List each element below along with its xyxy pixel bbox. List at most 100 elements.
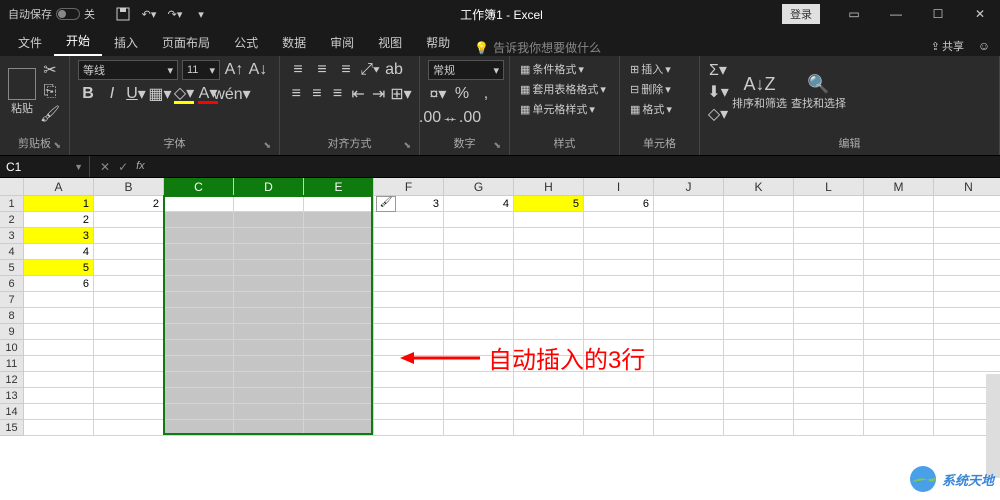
cell-B7[interactable] [94, 292, 164, 308]
cell-F9[interactable] [374, 324, 444, 340]
cell-M10[interactable] [864, 340, 934, 356]
paste-button[interactable]: 粘贴 [8, 68, 36, 116]
enter-formula-button[interactable]: ✓ [118, 160, 128, 174]
cell-A10[interactable] [24, 340, 94, 356]
cell-L3[interactable] [794, 228, 864, 244]
cell-D6[interactable] [234, 276, 304, 292]
name-box[interactable]: C1▼ [0, 156, 90, 177]
cell-M15[interactable] [864, 420, 934, 436]
cell-C14[interactable] [164, 404, 234, 420]
cell-A4[interactable]: 4 [24, 244, 94, 260]
cell-I8[interactable] [584, 308, 654, 324]
cell-I1[interactable]: 6 [584, 196, 654, 212]
cell-D2[interactable] [234, 212, 304, 228]
row-header-14[interactable]: 14 [0, 404, 24, 420]
cell-F2[interactable] [374, 212, 444, 228]
cell-F3[interactable] [374, 228, 444, 244]
cell-B6[interactable] [94, 276, 164, 292]
cell-H6[interactable] [514, 276, 584, 292]
cell-J4[interactable] [654, 244, 724, 260]
cell-M1[interactable] [864, 196, 934, 212]
cell-D14[interactable] [234, 404, 304, 420]
find-select-button[interactable]: 🔍 查找和选择 [791, 74, 846, 111]
align-top-button[interactable]: ≡ [288, 60, 308, 80]
cell-L11[interactable] [794, 356, 864, 372]
share-button[interactable]: ⇪ 共享 [929, 37, 966, 55]
cell-M14[interactable] [864, 404, 934, 420]
cell-A3[interactable]: 3 [24, 228, 94, 244]
cell-N1[interactable] [934, 196, 1000, 212]
column-header-J[interactable]: J [654, 178, 724, 196]
row-header-8[interactable]: 8 [0, 308, 24, 324]
autosum-button[interactable]: Σ▾ [708, 60, 728, 80]
cell-C3[interactable] [164, 228, 234, 244]
dialog-launcher-icon[interactable]: ⬊ [493, 140, 501, 151]
increase-indent-button[interactable]: ⇥ [370, 84, 387, 104]
cell-H2[interactable] [514, 212, 584, 228]
align-center-button[interactable]: ≡ [309, 84, 326, 104]
vertical-scrollbar[interactable] [986, 374, 1000, 478]
column-header-G[interactable]: G [444, 178, 514, 196]
cell-J6[interactable] [654, 276, 724, 292]
cell-L9[interactable] [794, 324, 864, 340]
cell-M5[interactable] [864, 260, 934, 276]
cell-K1[interactable] [724, 196, 794, 212]
cell-J1[interactable] [654, 196, 724, 212]
tab-view[interactable]: 视图 [366, 29, 414, 56]
cell-G14[interactable] [444, 404, 514, 420]
cell-K15[interactable] [724, 420, 794, 436]
cell-C12[interactable] [164, 372, 234, 388]
align-left-button[interactable]: ≡ [288, 84, 305, 104]
format-cells-button[interactable]: ▦ 格式 ▾ [628, 100, 691, 118]
cell-D11[interactable] [234, 356, 304, 372]
cell-D3[interactable] [234, 228, 304, 244]
dialog-launcher-icon[interactable]: ⬊ [53, 140, 61, 151]
column-header-K[interactable]: K [724, 178, 794, 196]
phonetic-button[interactable]: wén▾ [222, 84, 242, 104]
cell-B13[interactable] [94, 388, 164, 404]
cell-F6[interactable] [374, 276, 444, 292]
bold-button[interactable]: B [78, 84, 98, 104]
cell-M4[interactable] [864, 244, 934, 260]
cell-K3[interactable] [724, 228, 794, 244]
cell-F8[interactable] [374, 308, 444, 324]
row-header-4[interactable]: 4 [0, 244, 24, 260]
row-header-6[interactable]: 6 [0, 276, 24, 292]
cell-E6[interactable] [304, 276, 374, 292]
cell-K14[interactable] [724, 404, 794, 420]
cell-E13[interactable] [304, 388, 374, 404]
cell-K4[interactable] [724, 244, 794, 260]
cell-B10[interactable] [94, 340, 164, 356]
cell-C11[interactable] [164, 356, 234, 372]
cell-J14[interactable] [654, 404, 724, 420]
cell-G1[interactable]: 4 [444, 196, 514, 212]
ribbon-options-button[interactable]: ▭ [834, 0, 874, 28]
cell-K5[interactable] [724, 260, 794, 276]
cell-styles-button[interactable]: ▦ 单元格样式▾ [518, 100, 611, 118]
cell-K11[interactable] [724, 356, 794, 372]
column-header-M[interactable]: M [864, 178, 934, 196]
cell-M11[interactable] [864, 356, 934, 372]
cell-E7[interactable] [304, 292, 374, 308]
row-header-11[interactable]: 11 [0, 356, 24, 372]
align-bottom-button[interactable]: ≡ [336, 60, 356, 80]
cell-I6[interactable] [584, 276, 654, 292]
cell-D5[interactable] [234, 260, 304, 276]
cell-E8[interactable] [304, 308, 374, 324]
cell-J8[interactable] [654, 308, 724, 324]
cell-D15[interactable] [234, 420, 304, 436]
percent-button[interactable]: % [452, 84, 472, 104]
cell-E3[interactable] [304, 228, 374, 244]
cut-button[interactable]: ✂ [40, 60, 60, 80]
row-header-10[interactable]: 10 [0, 340, 24, 356]
cell-A14[interactable] [24, 404, 94, 420]
format-table-button[interactable]: ▦ 套用表格格式▾ [518, 80, 611, 98]
tell-me-search[interactable]: 💡 告诉我你想要做什么 [474, 39, 601, 56]
close-button[interactable]: ✕ [960, 0, 1000, 28]
merge-button[interactable]: ⊞▾ [391, 84, 411, 104]
column-header-D[interactable]: D [234, 178, 304, 196]
font-size-select[interactable]: 11 ▾ [182, 60, 220, 80]
cell-G2[interactable] [444, 212, 514, 228]
align-middle-button[interactable]: ≡ [312, 60, 332, 80]
cell-L8[interactable] [794, 308, 864, 324]
